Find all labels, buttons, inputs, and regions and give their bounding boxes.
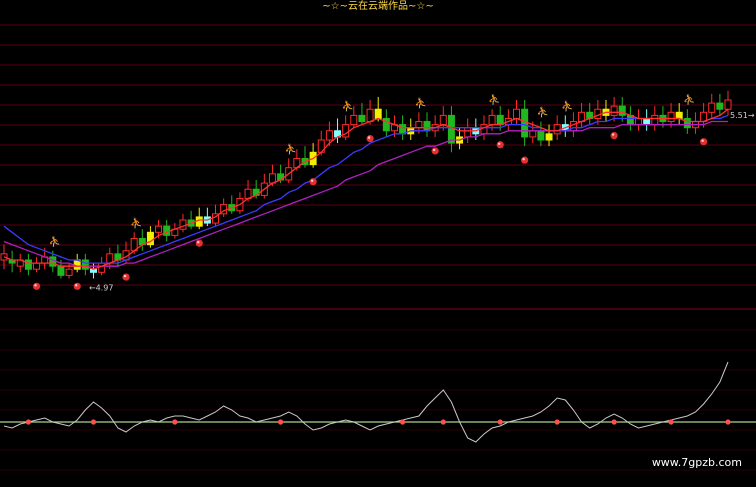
candle-body	[33, 262, 41, 270]
ball-highlight	[522, 157, 525, 161]
candle-body	[569, 121, 577, 132]
ball-highlight	[310, 179, 314, 182]
candle-body	[716, 102, 724, 110]
ball-marker-icon	[496, 141, 504, 149]
buy-signal-icon: ⛹	[488, 93, 500, 106]
candle-body	[374, 108, 382, 119]
candle-body	[179, 219, 187, 230]
ball-highlight	[197, 241, 200, 244]
ball-marker-icon	[73, 282, 81, 290]
ball-highlight	[432, 148, 436, 152]
candle-body	[358, 114, 366, 123]
candle-body	[366, 108, 374, 123]
ball-highlight	[367, 136, 371, 139]
candle-body	[683, 117, 691, 129]
right-price-label: 5.51→	[730, 111, 755, 120]
ball-highlight	[123, 274, 127, 278]
oscillator-marker-icon	[277, 419, 284, 425]
candle-body	[667, 111, 675, 123]
ball-highlight	[498, 142, 501, 145]
chart-title: ~☆~云在云端作品~☆~	[322, 1, 434, 12]
oscillator-marker-icon	[725, 419, 731, 425]
candle-body	[415, 121, 423, 129]
buy-signal-icon: ⛹	[561, 99, 573, 112]
candle-body	[24, 259, 32, 270]
ball-marker-icon	[699, 138, 708, 146]
ball-highlight	[611, 133, 615, 136]
oscillator-marker-icon	[554, 419, 560, 425]
buy-signal-icon: ⛹	[415, 96, 427, 109]
candle-body	[512, 108, 520, 119]
candle-body	[98, 262, 106, 273]
candle-body	[553, 124, 561, 135]
oscillator-marker-icon	[90, 419, 97, 425]
candle-body	[155, 225, 163, 233]
candle-body	[651, 114, 659, 126]
candle-body	[57, 265, 65, 276]
candle-body	[488, 114, 496, 126]
candle-body	[480, 124, 488, 135]
buy-signal-icon: ⛹	[683, 93, 695, 106]
buy-signal-icon: ⛹	[342, 99, 354, 112]
candle-body	[325, 130, 333, 141]
candle-body	[195, 216, 203, 227]
ball-marker-icon	[610, 131, 618, 140]
buy-signal-icon: ⛹	[285, 142, 297, 155]
candle-body	[618, 105, 626, 116]
candle-body	[439, 114, 447, 126]
candle-body	[529, 130, 537, 138]
buy-signal-icon: ⛹	[49, 235, 61, 248]
oscillator-marker-icon	[400, 419, 406, 425]
candle-body	[643, 117, 651, 126]
ball-marker-icon	[122, 273, 130, 281]
candle-body	[49, 256, 57, 267]
chart-canvas[interactable]: ⛹ ⛹ ⛹ ⛹ ⛹ ⛹ ⛹ ⛹ ⛹ ←4.97 5.51→	[0, 0, 756, 487]
candle-body	[708, 102, 716, 113]
candle-body	[464, 127, 472, 138]
candle-body	[521, 108, 529, 138]
candle-body	[675, 111, 683, 119]
candle-body	[163, 225, 171, 236]
ma-long-line	[3, 120, 728, 267]
ball-highlight	[34, 284, 37, 287]
buy-signal-icon: ⛹	[537, 106, 549, 119]
ball-marker-icon	[366, 135, 374, 143]
candle-body	[545, 133, 553, 141]
ball-marker-icon	[309, 178, 317, 186]
candle-body	[537, 130, 545, 141]
ball-marker-icon	[431, 147, 439, 155]
oscillator-marker-icon	[172, 419, 178, 425]
oscillator-marker-icon	[25, 419, 32, 425]
low-price-label: ←4.97	[89, 283, 114, 292]
candle-body	[635, 117, 643, 126]
candle-body	[65, 268, 73, 276]
oscillator-marker-icon	[611, 419, 617, 425]
ball-marker-icon	[521, 156, 529, 164]
oscillator-marker-icon	[497, 419, 503, 425]
oscillator-marker-icon	[668, 419, 674, 425]
candle-body	[594, 108, 602, 119]
ball-marker-icon	[195, 239, 203, 247]
oscillator-marker-icon	[440, 419, 446, 425]
ball-marker-icon	[32, 282, 41, 290]
buy-signal-icon: ⛹	[130, 216, 142, 229]
candle-body	[610, 105, 618, 116]
ball-highlight	[75, 284, 78, 287]
stock-chart-screen: ⛹ ⛹ ⛹ ⛹ ⛹ ⛹ ⛹ ⛹ ⛹ ←4.97 5.51→ ~☆~云在云端作品~☆~ www.7gp…	[0, 0, 756, 487]
candle-body	[81, 259, 89, 270]
candle-body	[350, 114, 358, 126]
ball-highlight	[701, 139, 704, 142]
watermark-text: www.7gpzb.com	[651, 456, 742, 469]
ma-mid-line	[3, 114, 729, 264]
candle-body	[724, 99, 732, 110]
candle-body	[447, 114, 455, 144]
